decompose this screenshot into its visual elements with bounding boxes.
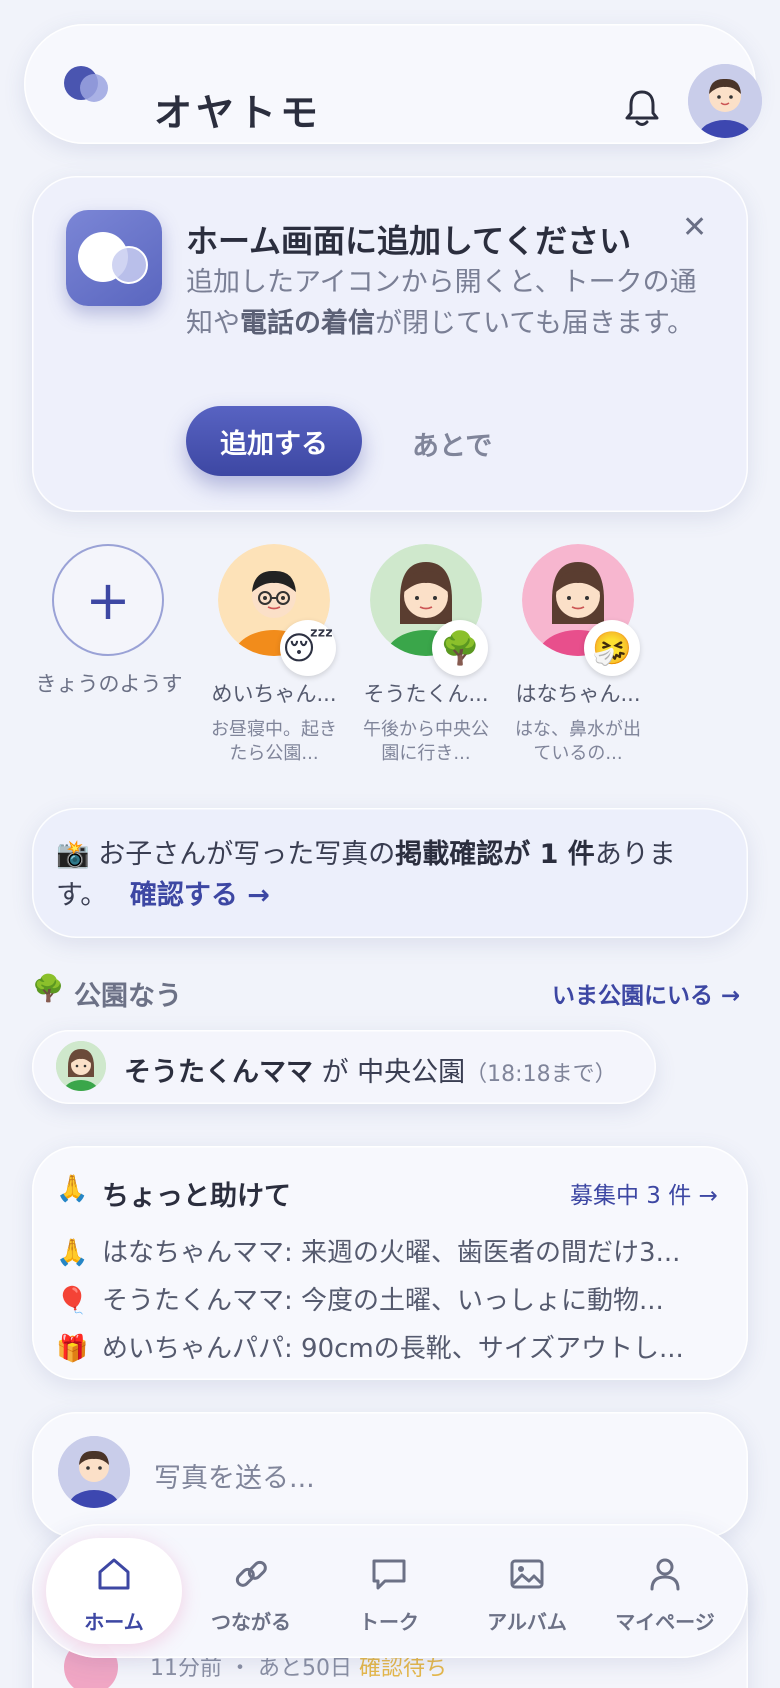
nav-connect[interactable]: つながる xyxy=(186,1524,316,1658)
prompt-title: ホーム画面に追加してください xyxy=(186,222,632,260)
avatar xyxy=(56,1041,106,1091)
image-icon xyxy=(510,1559,544,1589)
app-title: オヤトモ xyxy=(154,91,323,135)
nav-talk[interactable]: トーク xyxy=(324,1524,454,1658)
help-item[interactable]: 🎁 めいちゃんパパ: 90cmの長靴、サイズアウトし... xyxy=(56,1328,726,1365)
add-button[interactable]: 追加する xyxy=(186,406,362,476)
bottom-navigation: ホーム つながる トーク アルバム マイページ xyxy=(32,1524,748,1658)
send-photo-input[interactable]: 写真を送る... xyxy=(154,1456,315,1495)
profile-avatar[interactable] xyxy=(688,64,762,138)
app-logo-icon xyxy=(64,66,112,106)
add-to-home-prompt: ホーム画面に追加してください ✕ 追加したアイコンから開くと、トークの通知や電話… xyxy=(32,176,748,512)
add-story-label: きょうのようす xyxy=(35,672,183,696)
home-icon xyxy=(98,1558,130,1590)
help-recruiting-link[interactable]: 募集中 3 件 → xyxy=(570,1176,718,1210)
story-note: はな、鼻水が出ているの... xyxy=(515,719,641,764)
close-icon[interactable]: ✕ xyxy=(682,210,707,245)
plus-icon: + xyxy=(85,568,131,632)
gift-icon: 🎁 xyxy=(56,1334,89,1364)
mood-icon: 🤧 xyxy=(584,620,640,676)
app-icon xyxy=(66,210,162,306)
pray-icon: 🙏 xyxy=(56,1174,89,1204)
confirm-link[interactable]: 確認する → xyxy=(130,880,270,911)
later-button[interactable]: あとで xyxy=(412,424,492,463)
park-entry[interactable]: そうたくんママ が 中央公園（18:18まで） xyxy=(32,1030,656,1104)
mood-icon: 😴 xyxy=(280,620,336,676)
nav-mypage[interactable]: マイページ xyxy=(600,1524,730,1658)
bell-icon[interactable] xyxy=(620,86,664,130)
photo-confirm-banner: 📸 お子さんが写った写真の掲載確認が 1 件あります。 確認する → xyxy=(32,808,748,938)
help-requests-card: 🙏 ちょっと助けて 募集中 3 件 → 🙏 はなちゃんママ: 来週の火曜、歯医者の… xyxy=(32,1146,748,1380)
park-entry-text: そうたくんママ が 中央公園（18:18まで） xyxy=(124,1057,617,1088)
camera-icon: 📸 xyxy=(56,839,90,870)
help-item[interactable]: 🙏 はなちゃんママ: 来週の火曜、歯医者の間だけ3... xyxy=(56,1232,726,1269)
park-section-title: 公園なう xyxy=(74,981,182,1012)
pray-icon: 🙏 xyxy=(56,1238,89,1268)
help-item[interactable]: 🎈 そうたくんママ: 今度の土曜、いっしょに動物... xyxy=(56,1280,726,1317)
send-photo-card[interactable]: 写真を送る... xyxy=(32,1412,748,1538)
link-icon xyxy=(235,1560,267,1587)
at-park-now-link[interactable]: いま公園にいる → xyxy=(552,976,740,1010)
story-name: そうたくん... xyxy=(363,682,489,706)
avatar xyxy=(58,1436,130,1508)
mood-icon: 🌳 xyxy=(432,620,488,676)
nav-home[interactable]: ホーム xyxy=(49,1524,179,1658)
story-note: お昼寝中。起きたら公園... xyxy=(211,719,337,764)
prompt-body: 追加したアイコンから開くと、トークの通知や電話の着信が閉じていても届きます。 xyxy=(186,267,697,339)
chat-icon xyxy=(372,1559,406,1590)
balloon-icon: 🎈 xyxy=(56,1286,89,1316)
help-title: ちょっと助けて xyxy=(102,1181,291,1212)
story-name: めいちゃん... xyxy=(211,682,337,706)
app-header: オヤトモ xyxy=(24,24,762,144)
story-name: はなちゃん... xyxy=(515,682,641,706)
tree-icon: 🌳 xyxy=(32,974,65,1004)
story-note: 午後から中央公園に行き... xyxy=(363,719,489,764)
photo-confirm-text: 📸 お子さんが写った写真の掲載確認が 1 件あります。 確認する → xyxy=(56,839,676,911)
user-icon xyxy=(650,1558,680,1591)
add-story-button[interactable]: + xyxy=(52,544,164,656)
nav-album[interactable]: アルバム xyxy=(462,1524,592,1658)
